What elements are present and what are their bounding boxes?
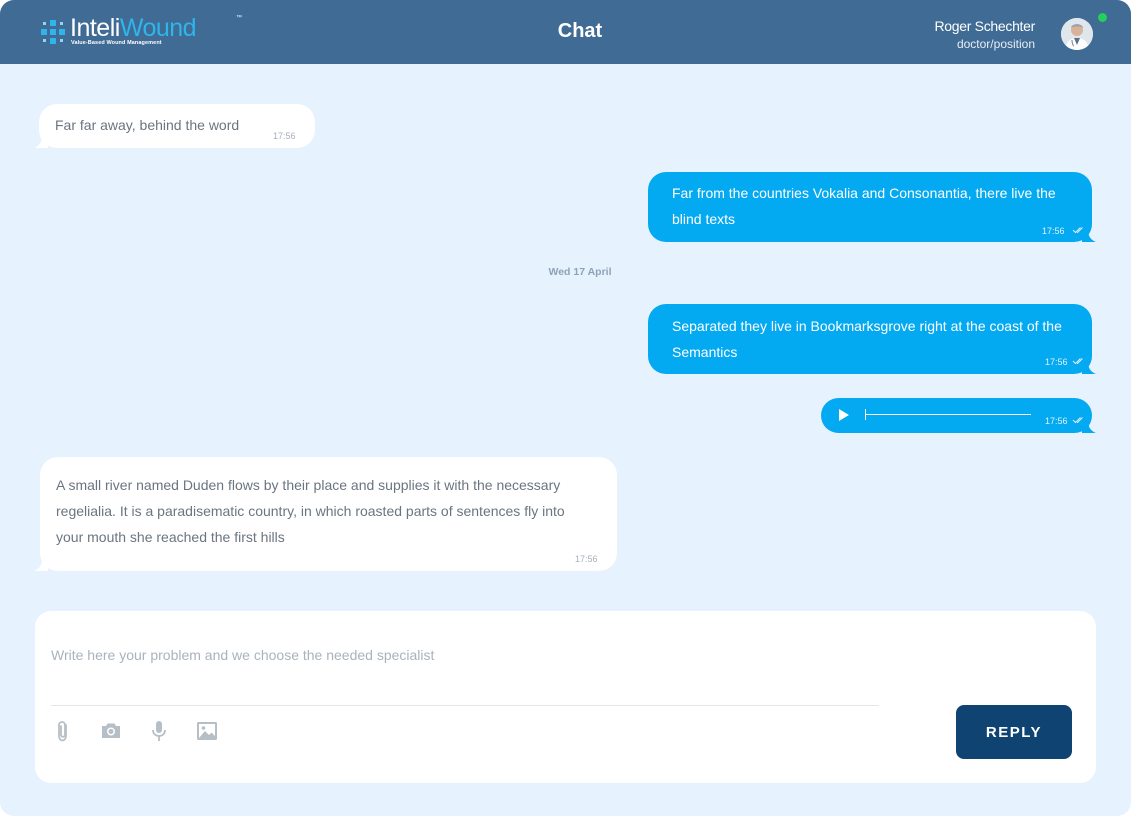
attachment-icon[interactable] [51,719,75,743]
voice-message[interactable]: 17:56 [821,398,1092,433]
message-incoming[interactable]: A small river named Duden flows by their… [40,457,617,571]
chat-app: InteliWound ™ Value-Based Wound Manageme… [0,0,1131,816]
image-icon[interactable] [195,719,219,743]
avatar[interactable] [1061,18,1093,50]
message-text: Far from the countries Vokalia and Conso… [672,185,1056,227]
logo-name-part2: Wound [119,14,197,42]
doctor-avatar-icon [1061,18,1093,50]
user-role: doctor/position [956,37,1035,51]
message-text: Far far away, behind the word [55,117,240,133]
audio-progress-handle[interactable] [865,409,866,420]
audio-progress-track[interactable] [865,414,1031,415]
message-time: 17:56 [1045,416,1068,426]
message-time: 17:56 [1045,357,1068,367]
bubble-tail-icon [1082,423,1096,433]
message-text: A small river named Duden flows by their… [56,477,565,545]
logo-wordmark: InteliWound [70,14,197,42]
microphone-icon[interactable] [147,719,171,743]
message-input[interactable] [51,643,879,667]
bubble-tail-icon [1082,364,1096,374]
play-icon[interactable] [838,408,850,422]
camera-icon[interactable] [99,719,123,743]
bubble-tail-icon [1082,232,1096,242]
bubble-tail-icon [34,138,48,148]
logo-mark-icon [41,20,65,44]
reply-button[interactable]: REPLY [956,705,1072,759]
user-name: Roger Schechter [934,18,1035,34]
logo-trademark: ™ [236,15,242,21]
bubble-tail-icon [34,561,48,571]
logo-tagline: Value-Based Wound Management [71,40,162,46]
page-title: Chat [557,20,603,42]
date-separator: Wed 17 April [548,266,612,278]
message-time: 17:56 [575,554,598,564]
message-time: 17:56 [273,131,296,141]
logo-name-part1: Inteli [70,14,120,42]
message-outgoing[interactable]: Separated they live in Bookmarksgrove ri… [648,304,1092,374]
online-status-indicator [1098,13,1107,22]
message-outgoing[interactable]: Far from the countries Vokalia and Conso… [648,172,1092,242]
composer-divider [51,705,879,706]
message-time: 17:56 [1042,226,1065,236]
message-text: Separated they live in Bookmarksgrove ri… [672,318,1062,360]
header-bar: InteliWound ™ Value-Based Wound Manageme… [0,0,1131,64]
message-incoming[interactable]: Far far away, behind the word 17:56 [39,104,315,148]
message-composer: REPLY [35,611,1096,783]
